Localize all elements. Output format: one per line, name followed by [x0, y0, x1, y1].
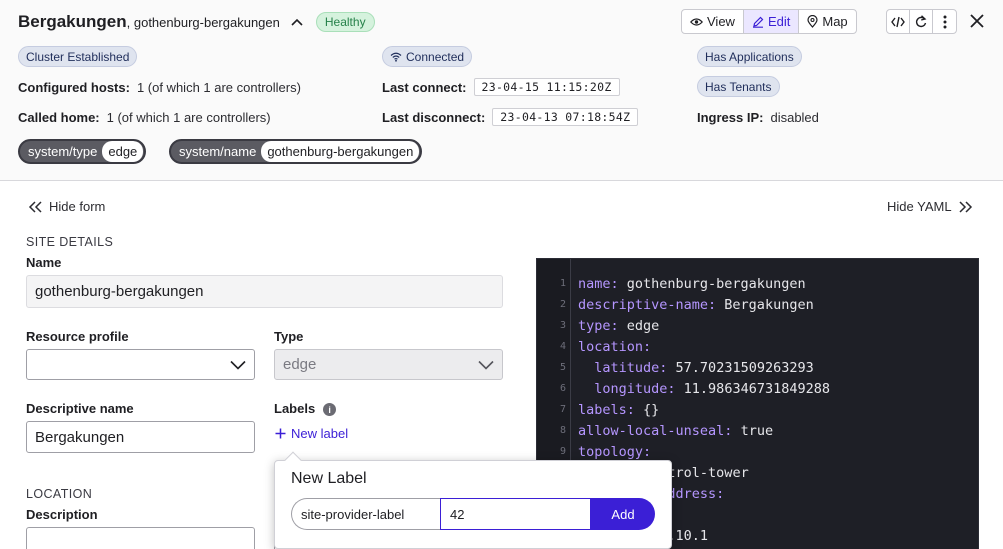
site-subtitle: , gothenburg-bergakungen [126, 14, 280, 30]
chevron-down-icon [478, 360, 494, 369]
line-number: 3 [559, 320, 566, 331]
add-label-button[interactable]: Add [591, 498, 655, 530]
configured-hosts: Configured hosts: 1 (of which 1 are cont… [18, 79, 301, 95]
refresh-icon [915, 15, 927, 28]
site-details-heading: SITE DETAILS [26, 235, 114, 249]
tag-system-type[interactable]: system/type edge [18, 139, 147, 164]
last-connect: Last connect: 23-04-15 11:15:20Z [382, 77, 620, 97]
new-label-popover: New Label site-provider-label 42 Add [274, 451, 672, 549]
popover-title: New Label [291, 470, 367, 487]
applications-pill: Has Applications [697, 46, 802, 67]
yaml-line: 9 topology: [537, 441, 651, 462]
yaml-value: Bergakungen [716, 296, 814, 313]
yaml-key: descriptive-name: [578, 296, 717, 313]
yaml-key: latitude: [594, 359, 668, 376]
description-label: Description [26, 507, 98, 522]
new-label-link[interactable]: New label [275, 426, 348, 441]
chevron-down-icon [230, 360, 246, 369]
yaml-key: allow-local-unseal: [578, 422, 733, 439]
line-number: 5 [559, 362, 566, 373]
yaml-key: location: [578, 338, 652, 355]
site-header: Bergakungen , gothenburg-bergakungen Hea… [0, 0, 1003, 181]
connection-status-pill: Connected [382, 46, 473, 67]
code-view-button[interactable] [887, 10, 910, 33]
yaml-line: 3 type: edge [537, 315, 659, 336]
line-number: 7 [559, 404, 566, 415]
wifi-icon [390, 52, 402, 62]
refresh-button[interactable] [910, 10, 933, 33]
last-disconnect: Last disconnect: 23-04-13 07:18:54Z [382, 107, 639, 127]
descriptive-name-field[interactable]: Bergakungen [26, 421, 255, 453]
site-title: Bergakungen [18, 12, 127, 31]
yaml-line: 5 latitude: 57.70231509263293 [537, 357, 814, 378]
yaml-line: 8 allow-local-unseal: true [537, 420, 773, 441]
more-menu-button[interactable] [933, 10, 956, 33]
view-button[interactable]: View [682, 10, 744, 33]
name-label: Name [26, 255, 62, 270]
chevron-up-icon[interactable] [290, 15, 304, 29]
yaml-key: name: [578, 275, 619, 292]
map-button[interactable]: Map [799, 10, 855, 33]
yaml-value: 57.70231509263293 [667, 359, 814, 376]
line-number: 6 [559, 383, 566, 394]
hide-yaml-button[interactable]: Hide YAML [887, 199, 973, 214]
tenants-pill: Has Tenants [697, 76, 780, 97]
yaml-key: longitude: [594, 380, 676, 397]
ingress-ip: Ingress IP: disabled [697, 109, 819, 125]
yaml-line: 6 longitude: 11.986346731849288 [537, 378, 830, 399]
line-number: 8 [559, 425, 566, 436]
pencil-icon [752, 16, 764, 28]
yaml-key: labels: [578, 401, 635, 418]
info-icon[interactable]: i [323, 403, 337, 417]
eye-icon [690, 17, 703, 26]
yaml-value: 11.986346731849288 [675, 380, 830, 397]
yaml-value: edge [618, 317, 660, 334]
yaml-key: type: [578, 317, 619, 334]
health-badge: Healthy [315, 12, 375, 32]
yaml-line: 7 labels: {} [537, 399, 659, 420]
double-chevron-left-icon [28, 200, 42, 213]
code-icon [891, 16, 905, 27]
labels-label: Labels i [274, 401, 337, 417]
double-chevron-right-icon [959, 200, 972, 213]
cluster-status-pill: Cluster Established [18, 46, 138, 67]
name-field[interactable]: gothenburg-bergakungen [26, 275, 503, 308]
line-number: 9 [559, 446, 566, 457]
called-home: Called home: 1 (of which 1 are controlle… [18, 109, 271, 125]
kebab-icon [943, 15, 946, 28]
map-pin-icon [807, 15, 818, 28]
yaml-line: 1 name: gothenburg-bergakungen [537, 273, 806, 294]
yaml-key: topology: [578, 443, 652, 460]
line-number: 4 [559, 341, 566, 352]
yaml-value: gothenburg-bergakungen [618, 275, 806, 292]
yaml-line: 2 descriptive-name: Bergakungen [537, 294, 814, 315]
yaml-value: true [732, 422, 774, 439]
label-key-input[interactable]: site-provider-label [291, 498, 441, 530]
tag-system-name[interactable]: system/name gothenburg-bergakungen [169, 139, 423, 164]
plus-icon [275, 428, 286, 439]
resource-profile-select[interactable] [26, 349, 255, 380]
line-number: 2 [559, 299, 566, 310]
yaml-value: {} [634, 401, 660, 418]
title-row: Bergakungen , gothenburg-bergakungen Hea… [18, 10, 375, 34]
line-number: 1 [559, 278, 566, 289]
descriptive-name-label: Descriptive name [26, 401, 134, 416]
type-select: edge [274, 349, 503, 380]
resource-profile-label: Resource profile [26, 329, 129, 344]
description-field[interactable] [26, 527, 255, 549]
close-button[interactable] [967, 11, 987, 31]
yaml-line: 4 location: [537, 336, 651, 357]
edit-button[interactable]: Edit [743, 10, 800, 33]
location-heading: LOCATION [26, 487, 93, 501]
view-mode-toolbar: View Edit Map [681, 9, 857, 34]
hide-form-button[interactable]: Hide form [28, 199, 105, 214]
type-label: Type [274, 329, 304, 344]
label-value-input[interactable]: 42 [440, 498, 591, 530]
action-toolbar [886, 9, 957, 34]
close-icon [970, 14, 984, 28]
